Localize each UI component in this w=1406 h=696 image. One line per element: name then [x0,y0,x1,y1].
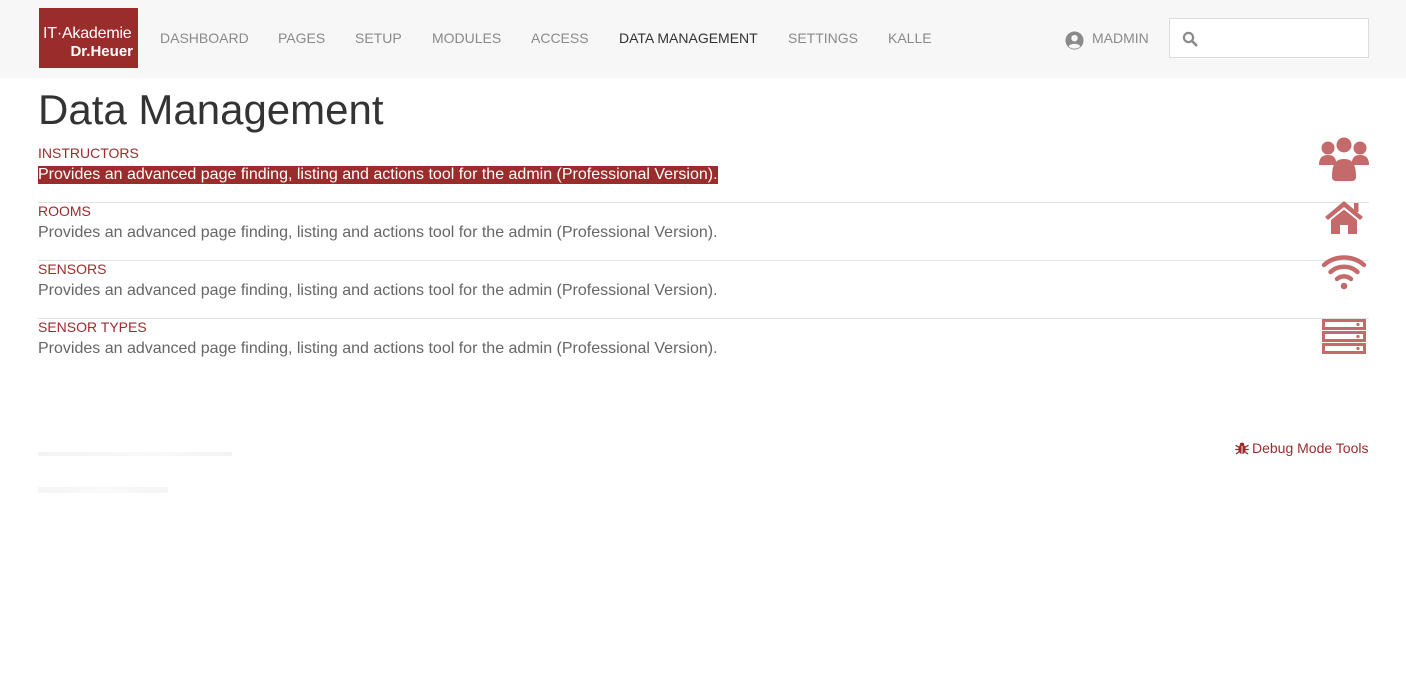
item-description: Provides an advanced page finding, listi… [38,340,718,357]
search-input[interactable] [1206,24,1362,52]
logo-line-1: IT·Akademie [43,25,132,42]
nav-pages[interactable]: PAGES [278,30,325,46]
home-icon[interactable] [1319,195,1369,241]
nav-settings[interactable]: SETTINGS [788,30,858,46]
user-circle-icon [1065,31,1084,50]
nav-modules[interactable]: MODULES [432,30,501,46]
nav-kalle[interactable]: KALLE [888,30,932,46]
logo[interactable]: IT·Akademie Dr.Heuer [39,8,138,68]
item-label[interactable]: SENSOR TYPES [38,319,147,335]
list-item-sensor-types: SENSOR TYPES Provides an advanced page f… [38,319,1369,377]
faint-footer-text [38,452,232,456]
wifi-icon[interactable] [1319,253,1369,299]
list-item-instructors: INSTRUCTORS Provides an advanced page fi… [38,137,1369,203]
item-description: Provides an advanced page finding, listi… [38,224,718,241]
nav-access[interactable]: ACCESS [531,30,589,46]
top-navbar: IT·Akademie Dr.Heuer DASHBOARD PAGES SET… [0,0,1406,78]
debug-label: Debug Mode Tools [1252,440,1369,456]
faint-footer-text [38,487,168,493]
list-item-rooms: ROOMS Provides an advanced page finding,… [38,201,1369,261]
server-icon[interactable] [1319,311,1369,357]
logo-line-2: Dr.Heuer [70,43,133,60]
bug-icon [1235,442,1249,455]
item-description: Provides an advanced page finding, listi… [38,166,718,184]
user-name: MADMIN [1092,30,1149,46]
users-icon[interactable] [1319,137,1369,183]
search-icon [1182,31,1198,47]
search-box[interactable] [1169,18,1369,58]
item-label[interactable]: ROOMS [38,203,91,219]
page-title: Data Management [38,86,384,133]
nav-data-management[interactable]: DATA MANAGEMENT [619,30,758,46]
nav-dashboard[interactable]: DASHBOARD [160,30,249,46]
list-item-sensors: SENSORS Provides an advanced page findin… [38,255,1369,319]
nav-setup[interactable]: SETUP [355,30,402,46]
item-label[interactable]: SENSORS [38,261,106,277]
item-description: Provides an advanced page finding, listi… [38,282,718,299]
item-label[interactable]: INSTRUCTORS [38,145,139,161]
